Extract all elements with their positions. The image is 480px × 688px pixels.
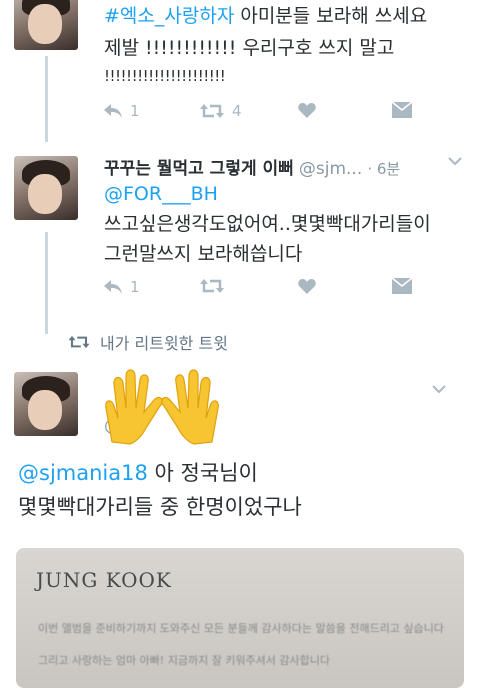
photo-text: 그리고 사랑하는 엄마 아빠! 지금까지 잘 키워주셔서 감사합니다 (38, 654, 331, 667)
retweet-button[interactable] (200, 278, 224, 294)
timestamp[interactable]: · 6분 (367, 160, 400, 178)
display-name[interactable]: 꾸꾸는 뭘먹고 그렇게 이뻐 (104, 159, 294, 179)
thread-line (45, 232, 48, 334)
tweet-header: 꾸꾸는 뭘먹고 그렇게 이뻐 @sjm... · 6분 (104, 154, 400, 179)
username[interactable]: @sjm... (299, 159, 362, 179)
reply-button[interactable]: 1 (104, 278, 140, 296)
heart-icon (298, 279, 316, 294)
tweet-text: !!!!!!!!!!!!!!!!!!!!!! (104, 67, 226, 85)
tweet-text: 몇몇빡대가리들 중 한명이었구나 (18, 495, 302, 519)
tweet-text: 제발 !!!!!!!!!!!! 우리구호 쓰지 말고 (104, 37, 395, 59)
tweet-actions: 1 (104, 278, 424, 306)
tweet-text: @sjmania18 아 정국님이 (18, 461, 258, 485)
mention-link[interactable]: @FOR___BH (104, 180, 218, 208)
reply-button[interactable]: 1 (104, 102, 140, 120)
envelope-icon (392, 102, 412, 118)
tweet-actions: 1 4 (104, 102, 424, 130)
chevron-down-icon[interactable] (448, 154, 462, 170)
tweet-photo[interactable]: JUNG KOOK 이번 앨범을 준비하기까지 도와주신 모든 분들께 감사하다… (16, 548, 464, 688)
retweeted-banner[interactable]: 내가 리트윗한 트윗 (68, 330, 228, 354)
photo-title: JUNG KOOK (36, 568, 172, 592)
mention-link[interactable]: @sjmania18 (18, 461, 148, 485)
tweet-text: 쓰고싶은생각도없어여..몇몇빡대가리들이 (104, 213, 431, 235)
photo-text: 이번 앨범을 준비하기까지 도와주신 모든 분들께 감사하다는 말씀을 전해드리… (38, 622, 444, 635)
tweet-text: #엑소_사랑하자 아미분들 보라해 쓰세요 (104, 5, 428, 27)
retweet-icon (200, 279, 224, 293)
raised-hands-icon (105, 369, 219, 445)
thread-line (45, 56, 48, 142)
retweet-icon (200, 104, 224, 118)
message-button[interactable] (392, 278, 412, 294)
hashtag-link[interactable]: #엑소_사랑하자 (104, 5, 234, 27)
retweet-banner-label: 내가 리트윗한 트윗 (100, 334, 228, 353)
avatar[interactable] (14, 372, 78, 436)
envelope-icon (392, 278, 412, 294)
like-button[interactable] (298, 102, 316, 118)
chevron-down-icon[interactable] (432, 382, 446, 398)
heart-icon (298, 103, 316, 118)
tweet-text: 그런말쓰지 보라해씁니다 (104, 243, 303, 265)
reply-icon (104, 104, 122, 118)
avatar[interactable] (14, 0, 78, 50)
retweet-icon (68, 335, 90, 349)
reply-icon (104, 280, 122, 294)
avatar[interactable] (14, 156, 78, 220)
retweet-button[interactable]: 4 (200, 102, 242, 120)
message-button[interactable] (392, 102, 412, 118)
like-button[interactable] (298, 278, 316, 294)
